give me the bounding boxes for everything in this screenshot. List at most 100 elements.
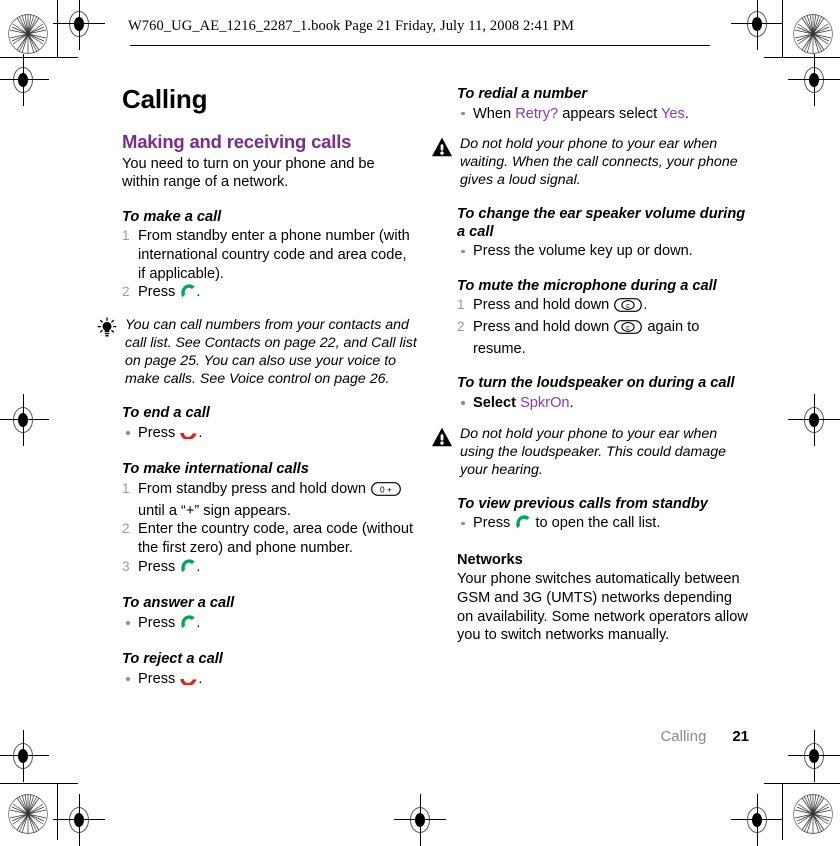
book-file-header: W760_UG_AE_1216_2287_1.book Page 21 Frid… (128, 18, 575, 34)
registration-target-mark (0, 730, 49, 782)
list-item: 2 Press . (122, 283, 414, 304)
task-loudspeaker-steps: Select SpkrOn. (457, 394, 749, 413)
networks-heading: Networks (457, 551, 523, 568)
registration-target-mark (788, 394, 840, 446)
svg-text:c: c (626, 323, 630, 332)
green-call-handset-icon (179, 284, 196, 304)
registration-target-mark (788, 54, 840, 106)
task-redial-steps: When Retry? appears select Yes. (457, 105, 749, 124)
task-ear-speaker-volume-title: To change the ear speaker volume during … (457, 206, 746, 240)
section-intro: You need to turn on your phone and be wi… (122, 155, 375, 191)
tip-text: You can call numbers from your contacts … (125, 317, 417, 388)
list-item: 1 From standby press and hold down 0 + u… (122, 480, 414, 520)
task-loudspeaker-title: To turn the loudspeaker on during a call (457, 375, 735, 392)
page-footer: Calling 21 (457, 728, 749, 745)
registration-target-mark (53, 794, 105, 846)
list-item: 2 Enter the country code, area code (wit… (122, 520, 414, 557)
task-ear-speaker-volume-steps: Press the volume key up or down. (457, 242, 749, 261)
task-mute-microphone-steps: 1 Press and hold down c . 2 Press and ho… (457, 296, 749, 358)
registration-target-mark (788, 730, 840, 782)
registration-target-mark (731, 794, 783, 846)
warning-callout-loudspeaker: Do not hold your phone to your ear when … (429, 425, 752, 479)
list-item: 1 Press and hold down c . (457, 296, 749, 318)
svg-text:c: c (626, 301, 630, 310)
registration-burst-mark (793, 790, 833, 838)
task-international-calls-steps: 1 From standby press and hold down 0 + u… (122, 480, 414, 578)
task-redial-title: To redial a number (457, 86, 588, 102)
warning-text: Do not hold your phone to your ear when … (460, 425, 727, 478)
networks-body: Your phone switches automatically betwee… (457, 571, 748, 644)
lightbulb-icon (96, 317, 118, 339)
bullet-point (126, 677, 130, 681)
list-item: Press . (122, 424, 414, 445)
bullet-point (461, 111, 465, 116)
list-item: Press . (122, 614, 414, 635)
ui-term-spkron: SpkrOn (520, 394, 570, 411)
green-call-handset-icon (179, 615, 196, 635)
bullet-point (461, 521, 465, 526)
step-number: 2 (122, 521, 130, 537)
warning-triangle-icon (431, 426, 453, 448)
task-make-a-call-title: To make a call (122, 208, 222, 225)
registration-target-mark (0, 394, 49, 446)
list-item: Press the volume key up or down. (457, 242, 749, 261)
task-end-a-call-title: To end a call (122, 405, 210, 422)
step-number: 2 (122, 284, 130, 300)
step-text: Press and hold down c again to resume. (473, 319, 700, 357)
task-end-a-call-steps: Press . (122, 424, 414, 445)
step-number: 1 (122, 228, 130, 244)
bullet-point (461, 249, 465, 254)
warning-triangle-icon (431, 136, 453, 158)
green-call-handset-icon (179, 558, 196, 579)
red-end-call-handset-icon (179, 671, 198, 691)
step-text: From standby enter a phone number (with … (138, 228, 410, 282)
step-text: Press . (138, 425, 202, 441)
green-call-handset-icon (514, 515, 531, 535)
task-answer-a-call-steps: Press . (122, 614, 414, 635)
bullet-point (461, 401, 465, 405)
task-make-a-call-steps: 1 From standby enter a phone number (wit… (122, 227, 414, 304)
task-answer-a-call-title: To answer a call (122, 595, 235, 612)
footer-chapter-name: Calling (660, 728, 707, 745)
task-view-previous-calls-steps: Press to open the call list. (457, 514, 749, 535)
list-item: Select SpkrOn. (457, 394, 749, 413)
registration-target-mark (394, 794, 446, 846)
footer-page-number: 21 (732, 728, 749, 745)
step-text: Press . (138, 559, 200, 575)
tip-callout: You can call numbers from your contacts … (94, 316, 417, 388)
step-number: 3 (122, 558, 130, 574)
section-heading: Making and receiving calls (122, 131, 352, 153)
right-column: To redial a number When Retry? appears s… (432, 86, 749, 645)
list-item: Press to open the call list. (457, 514, 749, 535)
key-clear-icon: c (614, 298, 643, 318)
task-international-calls-title: To make international calls (122, 461, 309, 478)
registration-target-mark (0, 54, 49, 106)
step-text: Press . (138, 615, 200, 631)
list-item: 2 Press and hold down c again to resume. (457, 318, 749, 358)
step-text: From standby press and hold down 0 + unt… (138, 481, 402, 519)
red-end-call-handset-icon (179, 425, 198, 445)
ui-term-retry: Retry? (515, 105, 559, 122)
registration-burst-mark (793, 10, 833, 58)
registration-target-mark (53, 0, 105, 50)
bullet-point (126, 621, 130, 625)
warning-callout-waiting: Do not hold your phone to your ear when … (429, 135, 752, 189)
step-text: Press . (138, 671, 202, 687)
task-mute-microphone-title: To mute the microphone during a call (457, 277, 717, 294)
key-clear-icon: c (614, 320, 643, 340)
list-item: When Retry? appears select Yes. (457, 105, 749, 124)
task-reject-a-call-steps: Press . (122, 670, 414, 691)
registration-burst-mark (8, 790, 48, 838)
step-text: Press and hold down c . (473, 297, 647, 313)
ui-term-yes: Yes (660, 105, 685, 122)
task-reject-a-call-title: To reject a call (122, 651, 223, 668)
list-item: 3 Press . (122, 558, 414, 579)
list-item: Press . (122, 670, 414, 691)
key-zero-plus-icon: 0 + (371, 481, 401, 502)
step-text: Press to open the call list. (473, 515, 660, 531)
step-number: 1 (122, 480, 130, 496)
task-view-previous-calls-title: To view previous calls from standby (457, 495, 708, 512)
step-number: 1 (457, 297, 465, 313)
bullet-point (126, 431, 130, 435)
header-rule (130, 45, 710, 47)
